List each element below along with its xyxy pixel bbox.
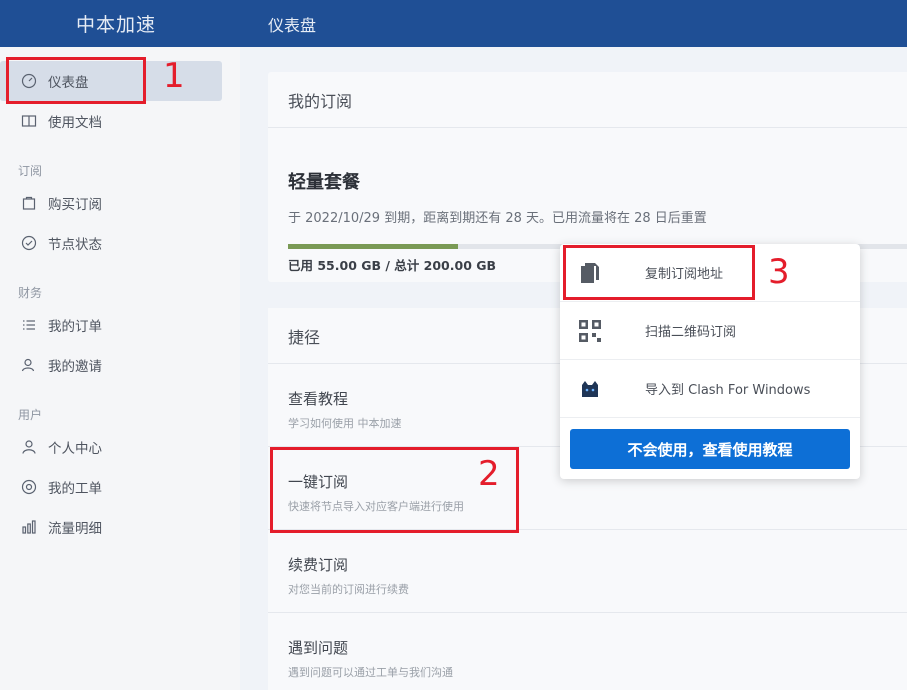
page-title: 仪表盘 [240, 0, 907, 47]
sidebar-section-subscription: 订阅 [18, 164, 43, 178]
sidebar-item-label: 流量明细 [48, 521, 102, 537]
subscription-header: 我的订阅 [268, 72, 907, 128]
shortcut-problem[interactable]: 遇到问题 遇到问题可以通过工单与我们沟通 [268, 613, 907, 690]
plan-name: 轻量套餐 [288, 172, 360, 193]
bag-icon [20, 194, 38, 212]
check-circle-icon [20, 234, 38, 252]
sidebar-section-user: 用户 [18, 408, 43, 422]
annotation-number-2: 2 [478, 454, 500, 494]
sidebar-item-traffic[interactable]: 流量明细 [0, 507, 240, 547]
sidebar-item-label: 个人中心 [48, 441, 102, 457]
brand-logo[interactable]: 中本加速 [0, 0, 240, 47]
popup-import-clash[interactable]: 导入到 Clash For Windows [560, 360, 860, 418]
traffic-progress-fill [288, 244, 459, 249]
sidebar-item-label: 我的订单 [48, 319, 102, 335]
sidebar-item-label: 我的工单 [48, 481, 102, 497]
shortcut-title: 续费订阅 [288, 556, 349, 574]
annotation-number-1: 1 [163, 56, 185, 96]
annotation-box-1 [6, 57, 146, 104]
annotation-box-3 [563, 245, 755, 300]
users-icon [20, 356, 38, 374]
support-icon [20, 478, 38, 496]
sidebar-section-finance: 财务 [18, 286, 43, 300]
shortcut-desc: 对您当前的订阅进行续费 [288, 583, 409, 596]
popup-item-label: 导入到 Clash For Windows [645, 383, 811, 398]
book-icon [20, 112, 38, 130]
bar-chart-icon [20, 518, 38, 536]
traffic-usage: 已用 55.00 GB / 总计 200.00 GB [288, 258, 497, 273]
sidebar-item-label: 使用文档 [48, 115, 102, 131]
qrcode-icon [560, 319, 620, 343]
sidebar-item-label: 我的邀请 [48, 359, 102, 375]
plan-info: 于 2022/10/29 到期，距离到期还有 28 天。已用流量将在 28 日后… [288, 211, 707, 226]
sidebar-item-invites[interactable]: 我的邀请 [0, 345, 240, 385]
sidebar-item-orders[interactable]: 我的订单 [0, 305, 240, 345]
shortcut-desc: 遇到问题可以通过工单与我们沟通 [288, 666, 453, 679]
shortcut-renew[interactable]: 续费订阅 对您当前的订阅进行续费 [268, 530, 907, 613]
popup-item-label: 扫描二维码订阅 [645, 325, 737, 340]
sidebar-item-label: 购买订阅 [48, 197, 102, 213]
annotation-number-3: 3 [768, 252, 790, 292]
user-icon [20, 438, 38, 456]
clash-cat-icon [560, 380, 620, 398]
sidebar-item-buy[interactable]: 购买订阅 [0, 183, 240, 223]
sidebar-item-docs[interactable]: 使用文档 [0, 101, 240, 141]
shortcut-title: 遇到问题 [288, 639, 349, 657]
sidebar-item-node-status[interactable]: 节点状态 [0, 223, 240, 263]
view-tutorial-button[interactable]: 不会使用，查看使用教程 [570, 429, 850, 469]
sidebar-item-profile[interactable]: 个人中心 [0, 427, 240, 467]
sidebar-item-label: 节点状态 [48, 237, 102, 253]
popup-scan-qrcode[interactable]: 扫描二维码订阅 [560, 302, 860, 360]
list-icon [20, 316, 38, 334]
sidebar-item-tickets[interactable]: 我的工单 [0, 467, 240, 507]
